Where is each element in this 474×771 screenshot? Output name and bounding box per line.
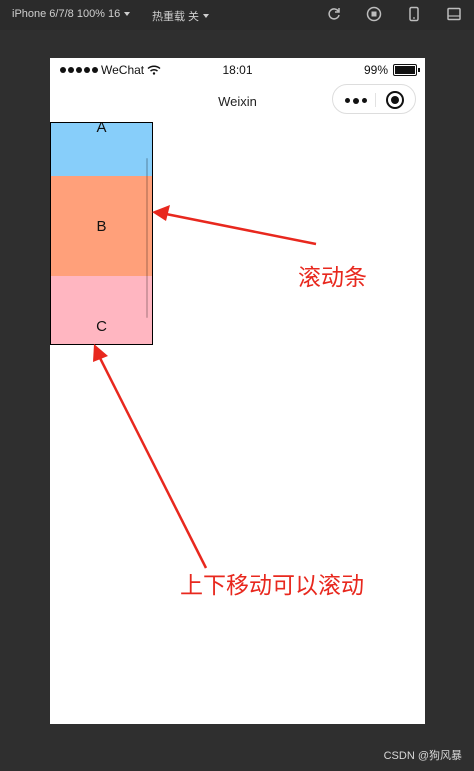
watermark: CSDN @狗风暴: [383, 750, 462, 762]
arrowhead-scrollbar: [152, 205, 170, 221]
arrow-to-scrollbar: [165, 212, 317, 246]
arrow-to-scroll-view: [98, 357, 208, 569]
annotation-arrows: [93, 205, 317, 569]
scroll-hint-annotation: 上下移动可以滚动: [180, 572, 364, 598]
scrollbar-annotation: 滚动条: [298, 264, 367, 290]
